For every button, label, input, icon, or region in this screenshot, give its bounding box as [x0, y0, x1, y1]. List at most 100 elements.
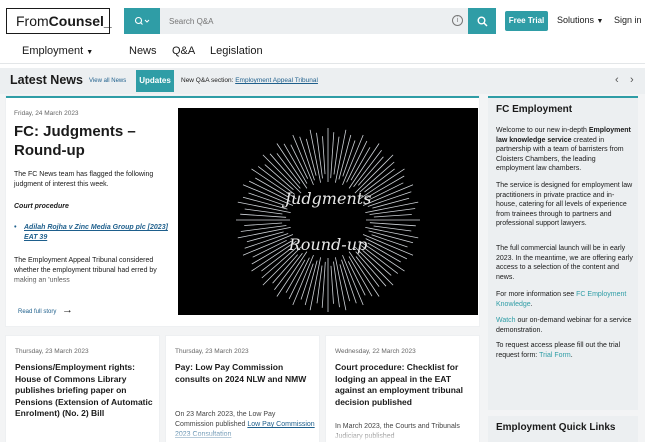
sidebar-trial-request: To request access please fill out the tr…	[496, 341, 634, 360]
burst-ray	[240, 213, 287, 218]
burst-ray	[369, 208, 416, 215]
search-icon	[477, 16, 488, 27]
search-bar: i	[124, 8, 496, 34]
burst-ray	[237, 227, 291, 239]
burst-ray	[355, 256, 380, 287]
sidebar-webinar-text: our on-demand webinar for a service demo…	[496, 317, 632, 334]
sidebar-trial-suffix: .	[570, 351, 573, 359]
chevron-right-icon[interactable]: ›	[630, 74, 634, 86]
read-full-story-link[interactable]: Read full story	[18, 309, 56, 315]
burst-ray	[330, 265, 334, 304]
quick-links-panel: Employment Quick Links	[488, 416, 638, 442]
feature-fade	[14, 276, 172, 290]
burst-ray	[316, 132, 323, 179]
logo-text-counsel: Counsel_	[48, 13, 112, 29]
watch-webinar-link[interactable]: Watch	[496, 317, 516, 324]
updates-tab[interactable]: Updates	[136, 70, 174, 92]
quick-links-title: Employment Quick Links	[496, 422, 616, 433]
card-title[interactable]: Court procedure: Checklist for lodging a…	[335, 362, 475, 408]
burst-ray	[335, 129, 347, 183]
logo-text-from: From	[16, 13, 49, 29]
burst-ray	[348, 251, 380, 297]
ticker-link[interactable]: Employment Appeal Tribunal	[235, 77, 318, 84]
burst-ray	[330, 132, 335, 179]
burst-ray	[322, 136, 326, 175]
card-date: Thursday, 23 March 2023	[175, 348, 249, 355]
card-title[interactable]: Pay: Low Pay Commission consults on 2024…	[175, 362, 315, 385]
card-fade	[166, 428, 319, 442]
sidebar-webinar: Watch our on-demand webinar for a servic…	[496, 316, 634, 335]
ticker-prefix: New Q&A section:	[181, 77, 236, 84]
sidebar-more-info: For more information see FC Employment K…	[496, 290, 634, 309]
burst-ray	[333, 261, 340, 308]
judgments-roundup-graphic: Judgments Round-up	[236, 128, 420, 312]
burst-ray	[373, 214, 412, 218]
feature-title[interactable]: FC: Judgments – Round-up	[14, 122, 164, 160]
burst-ray	[261, 247, 292, 272]
burst-ray	[237, 201, 291, 213]
site-logo[interactable]: FromCounsel_	[6, 8, 112, 34]
burst-ray	[288, 257, 310, 300]
search-type-dropdown[interactable]	[124, 8, 160, 34]
feature-intro: The FC News team has flagged the followi…	[14, 171, 154, 188]
card-title[interactable]: Pensions/Employment rights: House of Com…	[15, 362, 155, 420]
burst-ray	[309, 129, 321, 183]
nav-qa[interactable]: Q&A	[172, 45, 195, 57]
chevron-down-icon: ▼	[86, 49, 94, 56]
card-date: Wednesday, 22 March 2023	[335, 348, 416, 355]
featured-story: Friday, 24 March 2023 FC: Judgments – Ro…	[6, 96, 479, 326]
chevron-down-icon: ▼	[596, 18, 604, 25]
burst-ray	[321, 261, 326, 308]
image-text-judgments: Judgments	[282, 189, 372, 208]
nav-news[interactable]: News	[129, 45, 157, 57]
news-card-1[interactable]: Thursday, 23 March 2023 Pensions/Employm…	[6, 336, 159, 442]
nav-employment-label: Employment	[22, 45, 84, 57]
feature-case-link[interactable]: Adilah Rojha v Zinc Media Group plc [202…	[14, 223, 172, 243]
burst-ray	[276, 143, 308, 189]
burst-ray	[369, 222, 416, 227]
search-input[interactable]	[160, 8, 468, 34]
burst-ray	[276, 251, 308, 297]
burst-ray	[309, 257, 321, 311]
nav-legislation[interactable]: Legislation	[210, 45, 263, 57]
feature-date: Friday, 24 March 2023	[14, 110, 79, 117]
news-card-3[interactable]: Wednesday, 22 March 2023 Court procedure…	[326, 336, 479, 442]
main-nav: Employment ▼ News Q&A Legislation	[0, 42, 645, 64]
info-icon[interactable]: i	[452, 15, 463, 26]
latest-news-bar: Latest News View all News Updates New Q&…	[0, 68, 645, 94]
arrow-right-icon[interactable]: →	[62, 304, 73, 316]
solutions-label: Solutions	[557, 15, 595, 25]
fc-employment-panel: FC Employment Welcome to our new in-dept…	[488, 96, 638, 410]
image-text-round-up: Round-up	[288, 235, 367, 254]
view-all-news-link[interactable]: View all News	[89, 78, 126, 84]
nav-employment-dropdown[interactable]: Employment ▼	[22, 45, 93, 57]
sidebar-intro-text: Welcome to our new in-depth	[496, 127, 589, 134]
news-card-2[interactable]: Thursday, 23 March 2023 Pay: Low Pay Com…	[166, 336, 319, 442]
burst-ray	[276, 153, 301, 184]
burst-ray	[365, 227, 419, 239]
latest-news-title: Latest News	[10, 73, 83, 87]
free-trial-button[interactable]: Free Trial	[505, 11, 548, 31]
sidebar-more-info-text: For more information see	[496, 291, 577, 298]
burst-ray	[365, 201, 419, 213]
sidebar-intro: Welcome to our new in-depth Employment l…	[496, 126, 634, 174]
card-fade	[326, 428, 479, 442]
search-type-icon	[134, 16, 150, 25]
sidebar-service-text: The service is designed for employment l…	[496, 182, 633, 227]
solutions-menu[interactable]: Solutions ▼	[557, 15, 603, 25]
sidebar-launch-text: The full commercial launch will be in ea…	[496, 245, 633, 281]
news-ticker: New Q&A section: Employment Appeal Tribu…	[181, 77, 318, 84]
feature-image[interactable]: Judgments Round-up	[178, 108, 478, 315]
burst-ray	[244, 222, 283, 226]
card-date: Thursday, 23 March 2023	[15, 348, 89, 355]
feature-subheading: Court procedure	[14, 203, 69, 210]
burst-ray	[365, 238, 408, 260]
sign-in-link[interactable]: Sign in	[614, 15, 642, 25]
sidebar-title: FC Employment	[496, 104, 573, 115]
chevron-left-icon[interactable]: ‹	[615, 74, 619, 86]
search-button[interactable]	[468, 8, 496, 34]
burst-ray	[346, 140, 368, 183]
burst-ray	[240, 225, 287, 232]
burst-ray	[348, 143, 380, 189]
trial-form-link[interactable]: Trial Form	[539, 352, 571, 359]
